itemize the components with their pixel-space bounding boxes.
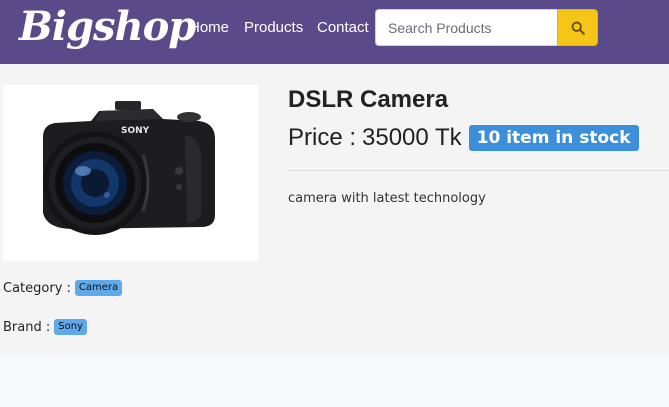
product-image: SONY	[3, 85, 258, 261]
product-description: camera with latest technology	[288, 191, 486, 206]
svg-text:SONY: SONY	[121, 126, 150, 136]
brand-row: Brand : Sony	[3, 319, 87, 335]
divider	[288, 170, 669, 171]
search-form	[375, 9, 598, 46]
brand-label: Brand :	[3, 319, 51, 335]
product-title: DSLR Camera	[288, 86, 449, 113]
price-label: Price :	[288, 124, 357, 151]
brand-logo[interactable]: Bigshop	[19, 2, 196, 52]
price-value: 35000 Tk	[362, 124, 462, 151]
category-label: Category :	[3, 280, 71, 296]
search-input[interactable]	[375, 9, 557, 46]
category-row: Category : Camera	[3, 280, 123, 296]
nav-link-products[interactable]: Products	[244, 19, 303, 36]
camera-icon: SONY	[43, 101, 215, 235]
nav-link-home[interactable]: Home	[189, 19, 229, 36]
nav-link-contact[interactable]: Contact	[317, 19, 369, 36]
stock-badge: 10 item in stock	[468, 125, 639, 151]
price-row: Price : 35000 Tk 10 item in stock	[288, 124, 639, 152]
search-icon	[571, 21, 585, 35]
search-button[interactable]	[557, 9, 598, 46]
category-tag[interactable]: Camera	[74, 280, 123, 296]
navbar: Bigshop Home Products Contact	[0, 0, 669, 64]
brand-tag[interactable]: Sony	[54, 319, 87, 335]
product-detail: SONY DSLR Camera Price : 35000 Tk 10 ite…	[0, 64, 669, 354]
